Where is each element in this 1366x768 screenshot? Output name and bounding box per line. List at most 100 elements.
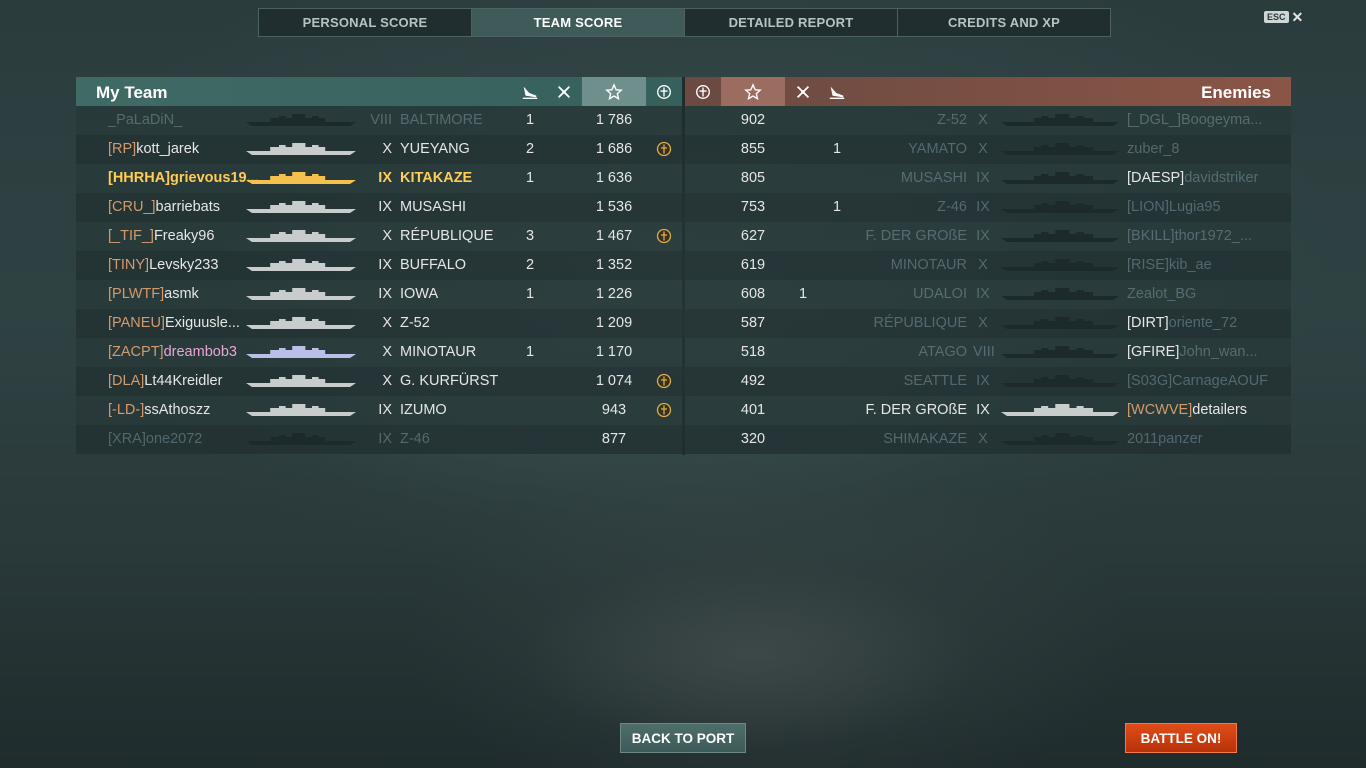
- clan-tag: [GFIRE]: [1127, 344, 1180, 360]
- ship-silhouette: [246, 287, 356, 305]
- ship-silhouette: [1001, 374, 1119, 392]
- player-name: zuber_8: [1127, 141, 1179, 157]
- medal-icon: [656, 228, 672, 248]
- player-name: [S03G]CarnageAOUF: [1127, 373, 1268, 389]
- ship-silhouette: [246, 345, 356, 363]
- table-row[interactable]: 902 Z-52 X [_DGL_]Boogeyma...: [685, 106, 1291, 135]
- player-nickname: Lt44Kreidler: [144, 373, 223, 389]
- ship-name: IOWA: [400, 286, 439, 302]
- clan-tag: [LION]: [1127, 199, 1169, 215]
- table-row[interactable]: 855 1 YAMATO X zuber_8: [685, 135, 1291, 164]
- ship-tier: IX: [976, 199, 990, 215]
- kills-count: 2: [525, 141, 535, 157]
- score-value: 805: [740, 170, 766, 186]
- player-nickname: asmk: [164, 286, 199, 302]
- player-nickname: Zealot_BG: [1127, 286, 1197, 302]
- back-to-port-button[interactable]: BACK TO PORT: [620, 723, 746, 753]
- player-name: [LION]Lugia95: [1127, 199, 1221, 215]
- clan-tag: [BKILL]: [1127, 228, 1175, 244]
- player-name: [_DGL_]Boogeyma...: [1127, 112, 1262, 128]
- table-row[interactable]: 492 SEATTLE IX [S03G]CarnageAOUF: [685, 367, 1291, 396]
- table-row[interactable]: 805 MUSASHI IX [DAESP]davidstriker: [685, 164, 1291, 193]
- player-nickname: Boogeyma...: [1181, 112, 1263, 128]
- tab-detailed-report[interactable]: DETAILED REPORT: [685, 9, 898, 36]
- table-row[interactable]: [_TIF_]Freaky96 X RÉPUBLIQUE 3 1 467: [76, 222, 682, 251]
- table-row[interactable]: [PANEU]Exiguusle... X Z-52 1 209: [76, 309, 682, 338]
- table-row[interactable]: [PLWTF]asmk IX IOWA 1 1 226: [76, 280, 682, 309]
- clan-tag: [_DGL_]: [1127, 112, 1181, 128]
- ship-silhouette: [246, 374, 356, 392]
- score-value: 608: [740, 286, 766, 302]
- medal-icon: [651, 77, 677, 106]
- table-row[interactable]: 320 SHIMAKAZE X 2011panzer: [685, 425, 1291, 454]
- score-value: 1 209: [595, 315, 633, 331]
- player-nickname: kib_ae: [1168, 257, 1212, 273]
- background-ship-silhouette: [520, 560, 980, 750]
- kills-count: 1: [525, 286, 535, 302]
- score-value: 1 636: [595, 170, 633, 186]
- enemies-panel: Enemies 902 Z-52 X [_DGL_]Boogeyma... 855 1 Y…: [685, 77, 1291, 454]
- kills-count: 1: [832, 199, 842, 215]
- table-row[interactable]: 401 F. DER GROßE IX [WCWVE]detailers: [685, 396, 1291, 425]
- table-row[interactable]: 753 1 Z-46 IX [LION]Lugia95: [685, 193, 1291, 222]
- ship-name: F. DER GROßE: [865, 228, 967, 244]
- ship-tier: IX: [976, 170, 990, 186]
- clan-tag: [TINY]: [108, 257, 150, 273]
- player-name: [GFIRE]John_wan...: [1127, 344, 1258, 360]
- ship-name: YAMATO: [908, 141, 967, 157]
- table-row[interactable]: [TINY]Levsky233 IX BUFFALO 2 1 352: [76, 251, 682, 280]
- score-value: 877: [601, 431, 627, 447]
- table-row[interactable]: [-LD-]ssAthoszz IX IZUMO 943: [76, 396, 682, 425]
- ship-tier: X: [978, 141, 988, 157]
- clan-tag: [WCWVE]: [1127, 402, 1193, 418]
- ship-name: F. DER GROßE: [865, 402, 967, 418]
- table-row[interactable]: 608 1 UDALOI IX Zealot_BG: [685, 280, 1291, 309]
- table-row[interactable]: 627 F. DER GROßE IX [BKILL]thor1972_...: [685, 222, 1291, 251]
- score-value: 518: [740, 344, 766, 360]
- player-nickname: CarnageAOUF: [1172, 373, 1269, 389]
- ship-name: SHIMAKAZE: [883, 431, 967, 447]
- player-nickname: John_wan...: [1179, 344, 1258, 360]
- ship-tier: X: [382, 141, 392, 157]
- table-row[interactable]: 619 MINOTAUR X [RISE]kib_ae: [685, 251, 1291, 280]
- clan-tag: [CRU_]: [108, 199, 156, 215]
- player-name: [RP]kott_jarek: [108, 141, 199, 157]
- player-name: Zealot_BG: [1127, 286, 1196, 302]
- ship-tier: IX: [976, 286, 990, 302]
- tab-personal-score[interactable]: PERSONAL SCORE: [259, 9, 472, 36]
- ship-tier: IX: [976, 228, 990, 244]
- player-name: [RISE]kib_ae: [1127, 257, 1212, 273]
- table-row[interactable]: [HHRHA]grievous19... IX KITAKAZE 1 1 636: [76, 164, 682, 193]
- table-row[interactable]: _PaLaDiN_ VIII BALTIMORE 1 1 786: [76, 106, 682, 135]
- player-nickname: one2072: [145, 431, 203, 447]
- close-icon: ✕: [1291, 9, 1304, 25]
- star-icon: [582, 77, 646, 106]
- medal-icon: [656, 373, 672, 393]
- table-row[interactable]: [ZACPT]dreambob3 X MINOTAUR 1 1 170: [76, 338, 682, 367]
- enemies-list: 902 Z-52 X [_DGL_]Boogeyma... 855 1 YAMATO X z…: [685, 106, 1291, 454]
- close-button[interactable]: ESC ✕: [1264, 9, 1304, 25]
- table-row[interactable]: 518 ATAGO VIII [GFIRE]John_wan...: [685, 338, 1291, 367]
- table-row[interactable]: 587 RÉPUBLIQUE X [DIRT]oriente_72: [685, 309, 1291, 338]
- table-row[interactable]: [XRA]one2072 IX Z-46 877: [76, 425, 682, 454]
- tab-credits-xp[interactable]: CREDITS AND XP: [898, 9, 1110, 36]
- clan-tag: [DAESP]: [1127, 170, 1185, 186]
- ship-name: Z-46: [937, 199, 967, 215]
- player-name: [XRA]one2072: [108, 431, 202, 447]
- ship-silhouette: [246, 403, 356, 421]
- ship-name: RÉPUBLIQUE: [400, 228, 494, 244]
- table-row[interactable]: [DLA]Lt44Kreidler X G. KURFÜRST 1 074: [76, 367, 682, 396]
- score-value: 1 686: [595, 141, 633, 157]
- tab-team-score[interactable]: TEAM SCORE: [472, 9, 685, 36]
- clan-tag: [ZACPT]: [108, 344, 164, 360]
- clan-tag: [PANEU]: [108, 315, 165, 331]
- clan-tag: [RP]: [108, 141, 137, 157]
- battle-on-button[interactable]: BATTLE ON!: [1125, 723, 1237, 753]
- kills-count: 1: [832, 141, 842, 157]
- score-value: 1 536: [595, 199, 633, 215]
- score-value: 1 170: [595, 344, 633, 360]
- ship-name: IZUMO: [400, 402, 447, 418]
- ship-name: ATAGO: [918, 344, 967, 360]
- table-row[interactable]: [RP]kott_jarek X YUEYANG 2 1 686: [76, 135, 682, 164]
- table-row[interactable]: [CRU_]barriebats IX MUSASHI 1 536: [76, 193, 682, 222]
